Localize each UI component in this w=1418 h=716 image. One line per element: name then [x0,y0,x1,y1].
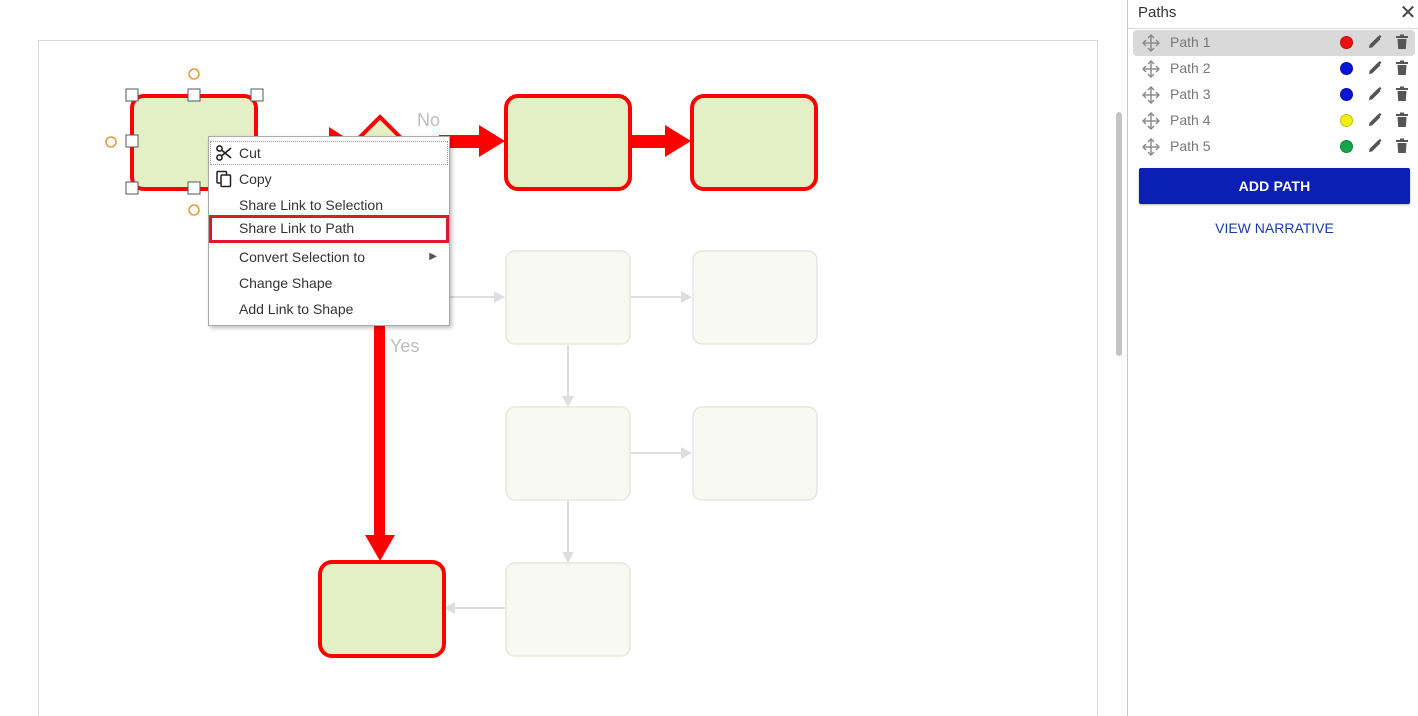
flowchart[interactable]: No Yes [39,41,1097,716]
trash-icon[interactable] [1395,86,1409,102]
path-shape[interactable] [318,560,446,658]
menu-item-label: Convert Selection to [239,249,366,265]
trash-icon[interactable] [1395,34,1409,50]
path-name: Path 4 [1170,112,1211,128]
faded-shape[interactable] [505,250,631,345]
move-icon[interactable] [1141,33,1161,53]
menu-item-label: Share Link to Path [239,220,355,236]
faded-shape[interactable] [692,406,818,501]
edit-icon[interactable] [1367,34,1383,50]
path-shape[interactable] [690,94,818,191]
path-row[interactable]: Path 1 [1133,30,1415,56]
path-color-dot[interactable] [1340,62,1353,75]
diagram-canvas[interactable]: No Yes Cut Copy Share Link to Selection … [0,0,1128,716]
panel-title: Paths [1138,4,1177,21]
move-icon[interactable] [1141,137,1161,157]
menu-item-label: Add Link to Shape [239,301,354,317]
path-color-dot[interactable] [1340,36,1353,49]
path-color-dot[interactable] [1340,114,1353,127]
path-name: Path 1 [1170,34,1211,50]
paths-panel: Paths ✕ Path 1 Path 2 Path 3 Path 4 Path 5 A… [1127,0,1418,716]
connection-point[interactable] [188,68,200,80]
move-icon[interactable] [1141,59,1161,79]
resize-handle[interactable] [125,134,139,148]
resize-handle[interactable] [187,181,201,195]
path-color-dot[interactable] [1340,140,1353,153]
path-shape[interactable] [504,94,632,191]
diagram-page[interactable]: No Yes [38,40,1098,716]
resize-handle[interactable] [187,88,201,102]
menu-item-label: Copy [239,171,272,187]
context-menu: Cut Copy Share Link to Selection Share L… [208,136,450,326]
edit-icon[interactable] [1367,86,1383,102]
path-name: Path 2 [1170,60,1211,76]
menu-item-copy[interactable]: Copy [209,166,449,192]
menu-item-label: Share Link to Selection [239,197,383,213]
scissors-icon [215,144,233,162]
path-row[interactable]: Path 3 [1133,82,1415,108]
menu-item-change-shape[interactable]: Change Shape [209,270,449,296]
resize-handle[interactable] [125,88,139,102]
close-icon[interactable]: ✕ [1399,3,1417,23]
menu-item-label: Cut [239,145,261,161]
edit-icon[interactable] [1367,112,1383,128]
path-list: Path 1 Path 2 Path 3 Path 4 Path 5 [1133,30,1415,160]
no-label: No [417,110,440,130]
menu-item-convert-selection[interactable]: Convert Selection to ▶ [209,244,449,270]
yes-label: Yes [390,336,419,356]
move-icon[interactable] [1141,85,1161,105]
resize-handle[interactable] [125,181,139,195]
view-narrative-link[interactable]: VIEW NARRATIVE [1139,220,1410,236]
faded-shape[interactable] [505,406,631,501]
panel-header: Paths ✕ [1128,0,1418,29]
menu-item-label: Change Shape [239,275,333,291]
move-icon[interactable] [1141,111,1161,131]
canvas-scrollbar[interactable] [1116,112,1122,356]
menu-item-cut[interactable]: Cut [209,140,449,166]
path-name: Path 5 [1170,138,1211,154]
path-name: Path 3 [1170,86,1211,102]
path-row[interactable]: Path 5 [1133,134,1415,160]
resize-handle[interactable] [250,88,264,102]
faded-shape[interactable] [505,562,631,657]
submenu-arrow-icon: ▶ [429,251,437,262]
edit-icon[interactable] [1367,60,1383,76]
connection-point[interactable] [105,136,117,148]
copy-icon [215,170,233,188]
path-color-dot[interactable] [1340,88,1353,101]
menu-item-add-link-shape[interactable]: Add Link to Shape [209,296,449,322]
menu-item-share-link-path[interactable]: Share Link to Path [209,215,449,243]
edit-icon[interactable] [1367,138,1383,154]
faded-shape[interactable] [692,250,818,345]
trash-icon[interactable] [1395,112,1409,128]
path-row[interactable]: Path 2 [1133,56,1415,82]
trash-icon[interactable] [1395,60,1409,76]
trash-icon[interactable] [1395,138,1409,154]
connection-point[interactable] [188,204,200,216]
path-row[interactable]: Path 4 [1133,108,1415,134]
add-path-button[interactable]: ADD PATH [1139,168,1410,204]
